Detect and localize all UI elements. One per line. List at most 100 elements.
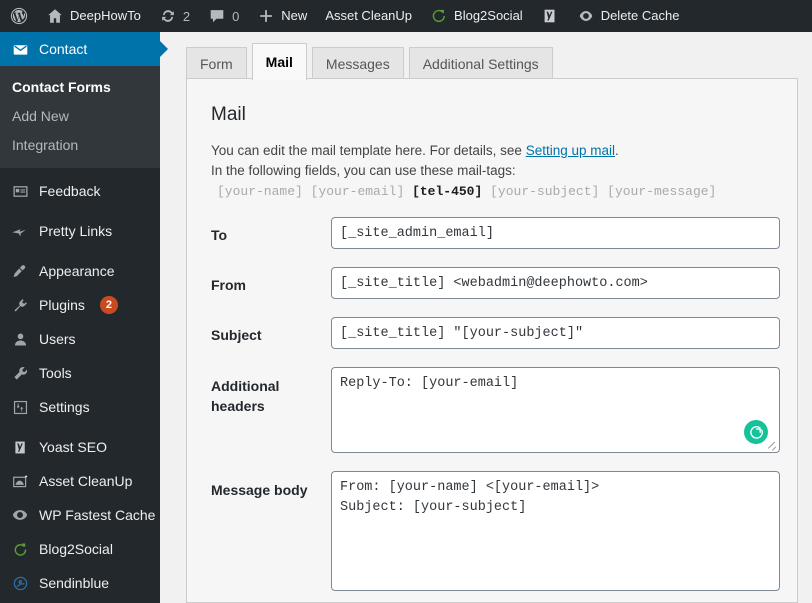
asset-cleanup-button[interactable]: Asset CleanUp [316, 0, 421, 32]
from-input[interactable] [331, 267, 780, 299]
sidebar-item-feedback[interactable]: Feedback [0, 174, 160, 208]
sidebar-item-sendinblue[interactable]: Sendinblue [0, 566, 160, 600]
mail-tag: [your-subject] [490, 184, 600, 199]
message-body-label: Message body [211, 482, 308, 498]
appearance-icon [10, 261, 30, 281]
contact-submenu: Contact Forms Add New Integration [0, 66, 160, 168]
additional-headers-input[interactable] [331, 367, 780, 453]
wordpress-logo-icon [10, 7, 28, 25]
delete-cache-button[interactable]: Delete Cache [568, 0, 689, 32]
updates-button[interactable]: 2 [150, 0, 199, 32]
contact-form-tabs: Form Mail Messages Additional Settings [186, 43, 553, 80]
yoast-seo-icon [10, 437, 30, 457]
comment-bubble-icon [208, 7, 226, 25]
delete-cache-label: Delete Cache [600, 8, 680, 23]
feedback-icon [10, 181, 30, 201]
from-label: From [211, 277, 246, 293]
asset-cleanup-icon [10, 471, 30, 491]
panel-description: You can edit the mail template here. For… [211, 141, 773, 181]
new-content-button[interactable]: New [248, 0, 316, 32]
sidebar-subitem-contact-forms[interactable]: Contact Forms [0, 73, 160, 102]
description-line1-post: . [615, 143, 619, 158]
message-body-input[interactable] [331, 471, 780, 591]
field-row-subject: Subject [211, 317, 780, 349]
mail-tag: [your-email] [310, 184, 405, 199]
sidebar-item-contact-label: Contact [39, 41, 88, 57]
to-label: To [211, 227, 228, 243]
blog2social-icon [10, 539, 30, 559]
page-title: Mail [211, 104, 246, 125]
tab-messages[interactable]: Messages [311, 47, 404, 80]
sidebar-item-blog2social-label: Blog2Social [39, 541, 113, 557]
updates-icon [159, 7, 177, 25]
comments-count: 0 [232, 8, 240, 24]
subject-input[interactable] [331, 317, 780, 349]
tab-additional-settings[interactable]: Additional Settings [408, 47, 553, 80]
field-row-additional-headers: Additional headers [211, 367, 780, 453]
sidebar-item-pretty-links-label: Pretty Links [39, 223, 113, 239]
content-area: Form Mail Messages Additional Settings M… [160, 32, 812, 603]
sidebar-item-settings[interactable]: Settings [0, 390, 160, 424]
additional-headers-resize-handle[interactable] [766, 440, 778, 452]
home-icon [46, 7, 64, 25]
yoast-seo-button[interactable] [532, 0, 568, 32]
sidebar-item-plugins-label: Plugins [39, 297, 85, 313]
sidebar-item-sendinblue-label: Sendinblue [39, 575, 110, 591]
tools-icon [10, 363, 30, 383]
sidebar-item-contact[interactable]: Contact [0, 32, 168, 66]
field-row-from: From [211, 267, 780, 299]
tab-form[interactable]: Form [186, 47, 247, 80]
mail-tag: [your-name] [217, 184, 303, 199]
admin-bar: DeepHowTo 2 0 New Asset CleanUp Blog2Soc… [0, 0, 812, 32]
asset-cleanup-label: Asset CleanUp [325, 8, 413, 23]
envelope-icon [10, 39, 30, 59]
plugins-update-badge: 2 [99, 296, 118, 314]
sidebar-subitem-add-new[interactable]: Add New [0, 102, 160, 131]
sidebar-item-yoast-seo-label: Yoast SEO [39, 439, 107, 455]
pretty-links-icon [10, 221, 30, 241]
yoast-seo-icon [541, 7, 559, 25]
mail-settings-panel: Mail You can edit the mail template here… [186, 78, 798, 603]
site-name-button[interactable]: DeepHowTo [37, 0, 150, 32]
site-name-label: DeepHowTo [70, 8, 141, 23]
settings-icon [10, 397, 30, 417]
sidebar-item-asset-cleanup[interactable]: Asset CleanUp [0, 464, 160, 498]
sidebar-item-tools-label: Tools [39, 365, 72, 381]
sidebar-item-appearance[interactable]: Appearance [0, 254, 160, 288]
subject-label: Subject [211, 327, 262, 343]
tab-mail[interactable]: Mail [251, 43, 307, 80]
mail-tag-active: [tel-450] [412, 184, 483, 199]
sidebar-item-yoast-seo[interactable]: Yoast SEO [0, 430, 160, 464]
mail-tag: [your-message] [607, 184, 717, 199]
mail-tags-list: [your-name] [your-email] [tel-450] [your… [211, 184, 773, 199]
sidebar-item-tools[interactable]: Tools [0, 356, 160, 390]
setting-up-mail-link[interactable]: Setting up mail [526, 143, 615, 158]
admin-sidebar: Contact Contact Forms Add New Integratio… [0, 32, 168, 603]
blog2social-button[interactable]: Blog2Social [421, 0, 532, 32]
sidebar-item-wp-fastest-cache[interactable]: WP Fastest Cache [0, 498, 160, 532]
sidebar-item-users[interactable]: Users [0, 322, 160, 356]
sidebar-item-users-label: Users [39, 331, 76, 347]
sidebar-subitem-integration[interactable]: Integration [0, 131, 160, 160]
field-row-to: To [211, 217, 780, 249]
users-icon [10, 329, 30, 349]
wp-fastest-cache-icon [10, 505, 30, 525]
grammarly-icon[interactable] [744, 420, 768, 444]
sidebar-item-appearance-label: Appearance [39, 263, 115, 279]
sidebar-item-blog2social[interactable]: Blog2Social [0, 532, 160, 566]
comments-button[interactable]: 0 [199, 0, 248, 32]
sidebar-item-feedback-label: Feedback [39, 183, 101, 199]
sidebar-item-wp-fastest-cache-label: WP Fastest Cache [39, 507, 156, 523]
plugins-icon [10, 295, 30, 315]
to-input[interactable] [331, 217, 780, 249]
sidebar-item-asset-cleanup-label: Asset CleanUp [39, 473, 133, 489]
sidebar-item-plugins[interactable]: Plugins 2 [0, 288, 160, 322]
sendinblue-icon [10, 573, 30, 593]
blog2social-label: Blog2Social [454, 8, 523, 23]
wordpress-logo-button[interactable] [0, 0, 37, 32]
blog2social-icon [430, 7, 448, 25]
wp-fastest-cache-icon [577, 7, 595, 25]
plus-icon [257, 7, 275, 25]
sidebar-item-pretty-links[interactable]: Pretty Links [0, 214, 160, 248]
new-content-label: New [281, 8, 308, 23]
